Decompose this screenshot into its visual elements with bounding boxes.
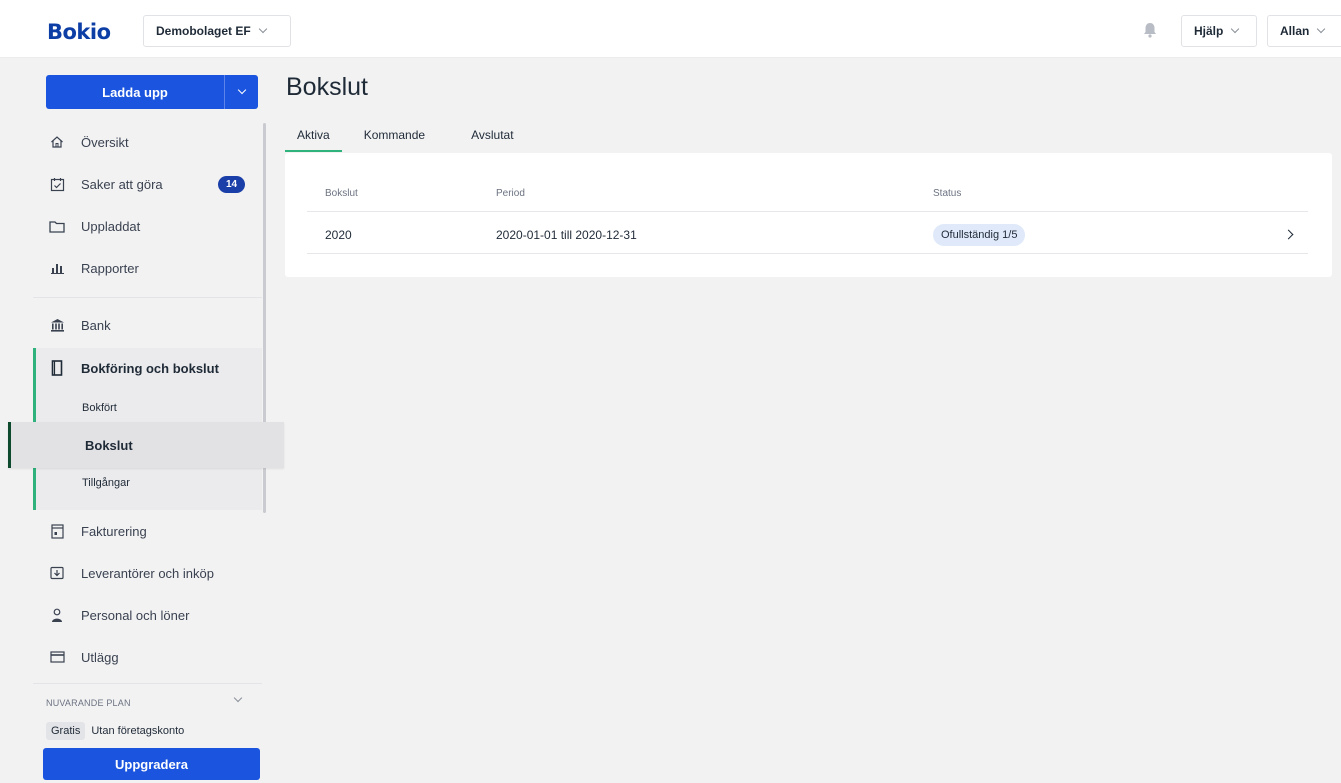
sidebar-item-bank[interactable]: Bank	[0, 304, 262, 346]
chevron-down-icon	[237, 85, 246, 95]
chevron-down-icon	[1317, 24, 1326, 34]
sidebar: Ladda upp Översikt Saker att göra 14 Upp…	[0, 58, 285, 783]
bokio-logo[interactable]: Bokio	[47, 20, 111, 44]
person-icon	[48, 606, 66, 624]
sidebar-item-fakturering[interactable]: Fakturering	[0, 510, 262, 552]
sidebar-item-label: Fakturering	[81, 523, 147, 539]
card-icon	[48, 648, 66, 666]
bar-chart-icon	[48, 259, 66, 277]
upload-split-button: Ladda upp	[46, 75, 258, 109]
row-period: 2020-01-01 till 2020-12-31	[496, 228, 637, 242]
table-row-divider	[307, 253, 1308, 254]
sidebar-item-label: Uppladdat	[81, 218, 141, 234]
sidebar-item-label: Saker att göra	[81, 176, 163, 192]
plan-tier-badge: Gratis	[46, 722, 86, 740]
sidebar-item-saker-att-gora[interactable]: Saker att göra 14	[0, 163, 262, 205]
upgrade-button[interactable]: Uppgradera	[43, 748, 260, 780]
chevron-right-icon[interactable]	[1283, 229, 1294, 240]
sidebar-item-label: Leverantörer och inköp	[81, 565, 214, 581]
sidebar-subitem-tillgangar[interactable]: Tillgångar	[0, 465, 262, 501]
sidebar-subitem-label: Bokslut	[85, 437, 133, 453]
tab-aktiva[interactable]: Aktiva	[285, 118, 342, 152]
sidebar-subitem-bokslut[interactable]: Bokslut	[8, 422, 284, 468]
column-header-period: Period	[496, 188, 525, 199]
sidebar-item-oversikt[interactable]: Översikt	[0, 121, 262, 163]
column-header-status: Status	[933, 188, 962, 199]
sidebar-item-bokforing-och-bokslut[interactable]: Bokföring och bokslut	[0, 347, 262, 389]
plan-details: Gratis Utan företagskonto	[46, 722, 184, 740]
sidebar-item-label: Rapporter	[81, 260, 139, 276]
upload-button[interactable]: Ladda upp	[46, 75, 224, 109]
sidebar-divider	[33, 297, 262, 298]
folder-icon	[48, 217, 66, 235]
sidebar-item-label: Utlägg	[81, 649, 119, 665]
help-menu-button[interactable]: Hjälp	[1181, 15, 1257, 47]
top-bar: Bokio Demobolaget EF Hjälp Allan	[0, 0, 1341, 58]
company-name: Demobolaget EF	[156, 24, 251, 38]
sidebar-item-label: Bank	[81, 317, 111, 333]
sidebar-item-label: Översikt	[81, 134, 129, 150]
user-menu-button[interactable]: Allan	[1267, 15, 1341, 47]
bank-icon	[48, 316, 66, 334]
plan-expand-chevron-icon[interactable]	[233, 693, 243, 703]
tab-kommande[interactable]: Kommande	[352, 118, 437, 152]
bokslut-table-card: Bokslut Period Status 2020 2020-01-01 ti…	[285, 153, 1332, 277]
sidebar-item-leverantorer[interactable]: Leverantörer och inköp	[0, 552, 262, 594]
status-badge: Ofullständig 1/5	[933, 224, 1026, 246]
sidebar-item-label: Bokföring och bokslut	[81, 360, 219, 376]
supplier-icon	[48, 564, 66, 582]
home-icon	[48, 133, 66, 151]
invoice-icon	[48, 522, 66, 540]
company-selector[interactable]: Demobolaget EF	[143, 15, 291, 47]
tab-avslutat[interactable]: Avslutat	[459, 118, 525, 152]
plan-detail-text: Utan företagskonto	[91, 725, 185, 737]
book-icon	[48, 359, 66, 377]
row-bokslut-year: 2020	[325, 228, 352, 242]
sidebar-item-utlagg[interactable]: Utlägg	[0, 636, 262, 678]
sidebar-divider	[33, 683, 262, 684]
chevron-down-icon	[1231, 24, 1240, 34]
plan-label: NUVARANDE PLAN	[46, 698, 131, 708]
help-label: Hjälp	[1194, 24, 1224, 38]
sidebar-subitem-bokfort[interactable]: Bokfört	[0, 390, 262, 426]
page-title: Bokslut	[286, 73, 368, 101]
chevron-down-icon	[258, 24, 267, 34]
sidebar-subitem-label: Bokfört	[82, 402, 117, 414]
sidebar-item-personal[interactable]: Personal och löner	[0, 594, 262, 636]
sidebar-subitem-label: Tillgångar	[82, 477, 130, 489]
bell-icon[interactable]	[1143, 22, 1157, 38]
column-header-bokslut: Bokslut	[325, 188, 358, 199]
checklist-icon	[48, 175, 66, 193]
user-name: Allan	[1280, 24, 1310, 38]
table-header-divider	[307, 211, 1308, 212]
sidebar-item-label: Personal och löner	[81, 607, 190, 623]
todo-count-badge: 14	[218, 176, 245, 193]
bokslut-tabs: Aktiva Kommande Avslutat	[285, 118, 536, 152]
upload-dropdown-toggle[interactable]	[224, 75, 258, 109]
sidebar-item-uppladdat[interactable]: Uppladdat	[0, 205, 262, 247]
sidebar-item-rapporter[interactable]: Rapporter	[0, 247, 262, 289]
